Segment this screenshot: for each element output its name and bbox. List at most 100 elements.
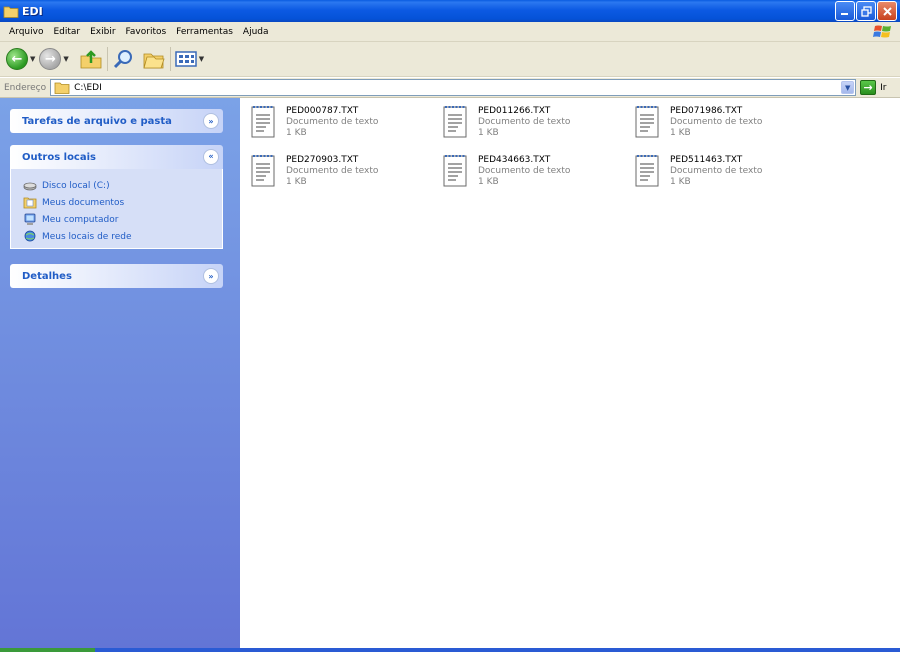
text-document-icon: [635, 155, 659, 187]
file-type: Documento de texto: [670, 117, 763, 127]
text-document-icon: [251, 155, 275, 187]
up-folder-icon: [80, 50, 102, 69]
file-meta: PED434663.TXT Documento de texto 1 KB: [478, 153, 570, 193]
file-size: 1 KB: [286, 177, 307, 187]
network-places-icon: [23, 230, 37, 244]
text-document-icon: [443, 155, 467, 187]
chevron-down-icon: ▼: [198, 55, 205, 63]
menu-bar: Arquivo Editar Exibir Favoritos Ferramen…: [0, 22, 900, 42]
forward-button[interactable]: → ▼: [39, 45, 72, 73]
file-list[interactable]: PED000787.TXT Documento de texto 1 KB PE…: [240, 98, 900, 648]
back-arrow-icon: ←: [6, 48, 28, 70]
file-tasks-header[interactable]: Tarefas de arquivo e pasta »: [10, 109, 223, 133]
link-network-places[interactable]: Meus locais de rede: [23, 228, 212, 245]
other-places-header[interactable]: Outros locais »: [10, 145, 223, 169]
file-item[interactable]: PED000787.TXT Documento de texto 1 KB: [240, 104, 420, 144]
go-label: Ir: [880, 82, 887, 93]
file-item[interactable]: PED270903.TXT Documento de texto 1 KB: [240, 153, 420, 193]
minimize-icon: [841, 13, 848, 15]
file-type: Documento de texto: [478, 117, 571, 127]
folder-icon: [3, 4, 19, 18]
title-bar[interactable]: EDI: [0, 0, 900, 22]
link-label: Disco local (C:): [42, 180, 110, 191]
up-folder-button[interactable]: [79, 45, 103, 73]
file-tasks-panel: Tarefas de arquivo e pasta »: [10, 109, 223, 133]
file-tasks-title: Tarefas de arquivo e pasta: [22, 115, 172, 127]
window-title: EDI: [22, 4, 43, 18]
file-item[interactable]: PED011266.TXT Documento de texto 1 KB: [432, 104, 612, 144]
other-places-panel: Outros locais » Disco local (C:) Meus do…: [10, 145, 223, 249]
file-size: 1 KB: [670, 128, 691, 138]
close-button[interactable]: [877, 1, 897, 21]
address-value: C:\EDI: [74, 82, 102, 93]
file-type: Documento de texto: [670, 166, 763, 176]
file-item[interactable]: PED071986.TXT Documento de texto 1 KB: [624, 104, 804, 144]
address-label: Endereço: [4, 82, 47, 93]
link-label: Meus documentos: [42, 197, 125, 208]
chevron-down-icon: ▼: [844, 83, 851, 92]
search-button[interactable]: [112, 45, 136, 73]
file-meta: PED270903.TXT Documento de texto 1 KB: [286, 153, 378, 193]
file-size: 1 KB: [478, 128, 499, 138]
search-icon: [113, 50, 132, 69]
address-bar: Endereço C:\EDI ▼ → Ir: [0, 78, 900, 98]
my-computer-icon: [23, 213, 37, 227]
menu-editar[interactable]: Editar: [48, 27, 85, 37]
folder-icon: [54, 82, 70, 94]
file-size: 1 KB: [286, 128, 307, 138]
menu-ferramentas[interactable]: Ferramentas: [171, 27, 238, 37]
task-pane: Tarefas de arquivo e pasta » Outros loca…: [0, 98, 240, 648]
file-size: 1 KB: [670, 177, 691, 187]
chevron-down-icon[interactable]: ▼: [30, 55, 35, 63]
other-places-title: Outros locais: [22, 151, 96, 163]
file-type: Documento de texto: [286, 117, 379, 127]
maximize-button[interactable]: [856, 1, 876, 21]
chevron-down-icon[interactable]: ▼: [63, 55, 68, 63]
start-button[interactable]: [0, 648, 95, 652]
details-title: Detalhes: [22, 270, 72, 282]
back-button[interactable]: ← ▼: [6, 45, 39, 73]
taskbar: [0, 648, 900, 652]
restore-icon: [860, 5, 872, 17]
file-item[interactable]: PED434663.TXT Documento de texto 1 KB: [432, 153, 612, 193]
file-meta: PED000787.TXT Documento de texto 1 KB: [286, 104, 378, 144]
file-meta: PED071986.TXT Documento de texto 1 KB: [670, 104, 762, 144]
file-item[interactable]: PED511463.TXT Documento de texto 1 KB: [624, 153, 804, 193]
toolbar: ← ▼ → ▼ ▼: [0, 42, 900, 77]
menu-ajuda[interactable]: Ajuda: [238, 27, 274, 37]
folders-icon: [143, 53, 165, 69]
expand-chevron-icon[interactable]: »: [203, 268, 219, 284]
folders-button[interactable]: [142, 45, 166, 73]
toolbar-separator: [106, 47, 108, 71]
file-meta: PED511463.TXT Documento de texto 1 KB: [670, 153, 762, 193]
go-arrow-icon: →: [860, 80, 877, 95]
address-input[interactable]: C:\EDI ▼: [50, 79, 857, 96]
views-icon: [175, 51, 197, 67]
file-type: Documento de texto: [478, 166, 571, 176]
file-name: PED434663.TXT: [478, 155, 551, 165]
address-dropdown-button[interactable]: ▼: [841, 81, 855, 94]
link-label: Meus locais de rede: [42, 231, 132, 242]
forward-arrow-icon: →: [39, 48, 62, 70]
text-document-icon: [635, 106, 659, 138]
details-panel: Detalhes »: [10, 264, 223, 288]
expand-chevron-icon[interactable]: »: [203, 113, 219, 129]
menu-arquivo[interactable]: Arquivo: [4, 27, 48, 37]
close-icon: [882, 6, 892, 16]
details-header[interactable]: Detalhes »: [10, 264, 223, 288]
file-name: PED270903.TXT: [286, 155, 359, 165]
text-document-icon: [251, 106, 275, 138]
link-my-documents[interactable]: Meus documentos: [23, 194, 212, 211]
link-local-disk[interactable]: Disco local (C:): [23, 177, 212, 194]
go-button[interactable]: → Ir: [860, 80, 887, 95]
views-button[interactable]: ▼: [175, 45, 208, 73]
collapse-chevron-icon[interactable]: »: [203, 149, 219, 165]
windows-logo-icon: [873, 25, 891, 38]
file-type: Documento de texto: [286, 166, 379, 176]
menu-exibir[interactable]: Exibir: [85, 27, 120, 37]
menu-favoritos[interactable]: Favoritos: [121, 27, 172, 37]
drive-icon: [23, 179, 37, 193]
minimize-button[interactable]: [835, 1, 855, 21]
link-my-computer[interactable]: Meu computador: [23, 211, 212, 228]
link-label: Meu computador: [42, 214, 119, 225]
